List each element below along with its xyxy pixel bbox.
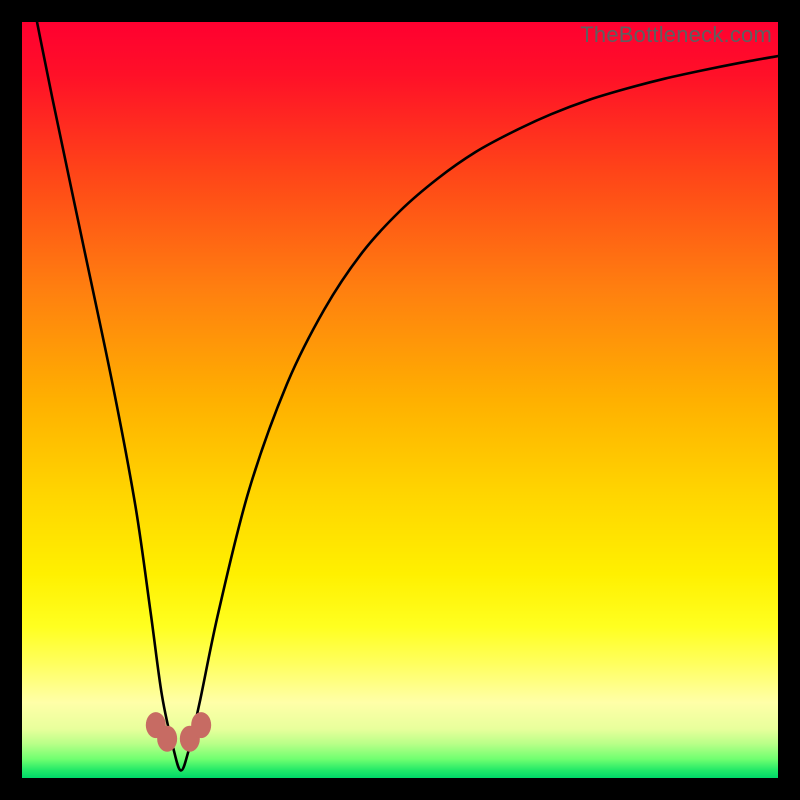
optimum-marker	[157, 726, 177, 752]
optimum-marker	[191, 712, 211, 738]
plot-area: TheBottleneck.com	[22, 22, 778, 778]
plot-svg	[22, 22, 778, 778]
gradient-background	[22, 22, 778, 778]
chart-frame: TheBottleneck.com	[0, 0, 800, 800]
watermark-text: TheBottleneck.com	[580, 22, 772, 48]
